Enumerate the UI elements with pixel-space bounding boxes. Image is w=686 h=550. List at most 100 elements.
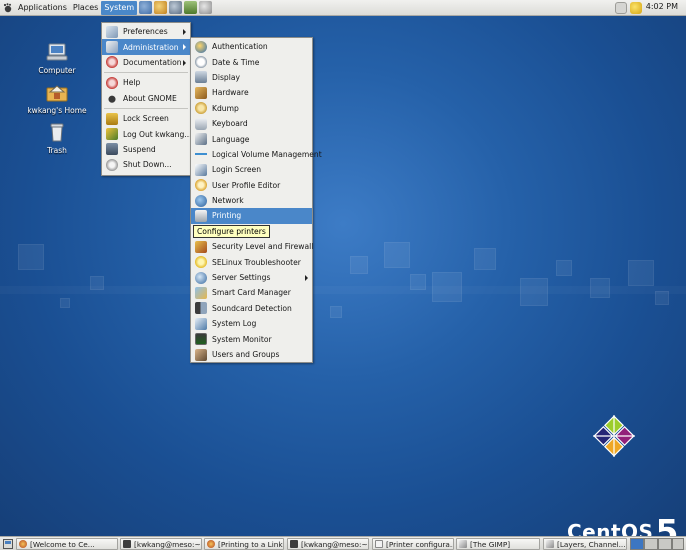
menu-item-users-and-groups[interactable]: Users and Groups [191,347,312,362]
trash-icon [46,122,68,142]
browser-launcher-icon[interactable] [139,1,153,14]
bg-square [330,306,342,318]
menu-item-network[interactable]: Network [191,193,312,208]
system-log-icon [195,317,207,330]
menu-item-hardware[interactable]: Hardware [191,85,312,100]
workspace-2[interactable] [644,538,658,550]
update-notifier-icon[interactable] [630,2,642,14]
workspace-3[interactable] [658,538,672,550]
help-launcher-icon[interactable] [199,1,213,14]
taskbar-button-label: [Printer configura... [386,539,454,549]
power-icon [106,158,118,171]
taskbar-button[interactable]: [Printing to a Link... [204,538,284,550]
menu-item-documentation[interactable]: Documentation [102,55,190,70]
menu-item-date-time[interactable]: Date & Time [191,54,312,69]
menu-item-shut-down[interactable]: Shut Down... [102,157,190,172]
printer-icon [195,209,207,222]
bottom-panel: [Welcome to Ce... [kwkang@meso:~] [Print… [0,536,686,550]
workspace-4[interactable] [672,538,684,550]
menu-item-authentication[interactable]: Authentication [191,39,312,54]
menu-item-system-log[interactable]: System Log [191,316,312,331]
firewall-icon [195,240,207,253]
tooltip: Configure printers [193,225,270,238]
desktop-icon-computer[interactable]: Computer [22,42,92,75]
applications-menu[interactable]: Applications [15,1,70,15]
menu-item-label: Smart Card Manager [212,288,291,298]
menu-item-label: Kdump [212,103,239,113]
menu-item-server-settings[interactable]: Server Settings [191,270,312,285]
menu-item-about-gnome[interactable]: About GNOME [102,91,190,106]
taskbar-button[interactable]: [Welcome to Ce... [16,538,118,550]
system-menu[interactable]: System [101,0,138,15]
menu-separator [104,107,188,109]
taskbar-button-label: [kwkang@meso:~] [134,539,202,549]
menu-item-kdump[interactable]: Kdump [191,101,312,116]
email-launcher-icon[interactable] [154,1,168,14]
keyboard-icon [195,117,207,130]
menu-item-keyboard[interactable]: Keyboard [191,116,312,131]
smart-card-icon [195,286,207,299]
desktop-icon-home[interactable]: kwkang's Home [22,82,92,115]
menu-item-system-monitor[interactable]: System Monitor [191,331,312,346]
network-tray-icon[interactable] [615,2,627,14]
menu-item-label: Lock Screen [123,114,169,124]
notes-launcher-icon[interactable] [184,1,198,14]
suspend-icon [106,143,118,156]
desktop-icon-trash[interactable]: Trash [22,122,92,155]
menu-item-preferences[interactable]: Preferences [102,24,190,39]
language-icon [195,133,207,146]
centos-logo: CentOS5 [567,508,679,536]
menu-item-suspend[interactable]: Suspend [102,142,190,157]
taskbar-button[interactable]: [kwkang@meso:~] [120,538,202,550]
bg-square [350,256,368,274]
menu-item-language[interactable]: Language [191,131,312,146]
clock-icon [195,56,207,69]
menu-item-label: Soundcard Detection [212,303,292,313]
menu-item-label: Hardware [212,88,249,98]
menu-item-soundcard-detection[interactable]: Soundcard Detection [191,301,312,316]
menu-item-label: Preferences [123,27,168,37]
bg-square [628,260,654,286]
menu-item-security-level-firewall[interactable]: Security Level and Firewall [191,239,314,254]
help-icon [106,76,118,89]
menu-item-label: Date & Time [212,57,260,67]
menu-item-smart-card-manager[interactable]: Smart Card Manager [191,285,312,300]
taskbar-button[interactable]: [The GIMP] [456,538,540,550]
menu-item-user-profile-editor[interactable]: User Profile Editor [191,178,312,193]
bg-square [384,242,410,268]
hardware-icon [195,86,207,99]
menu-item-lock-screen[interactable]: Lock Screen [102,111,190,126]
menu-item-label: Administration [123,42,179,52]
menu-item-administration[interactable]: Administration [102,39,190,55]
bg-square [18,244,44,270]
menu-item-selinux-troubleshooter[interactable]: SELinux Troubleshooter [191,254,312,269]
menu-item-help[interactable]: Help [102,75,190,90]
clock[interactable]: 4:02 PM [646,2,678,11]
centos-logo-text: CentOS [567,520,654,536]
menu-item-label: Security Level and Firewall [212,242,314,252]
submenu-arrow-icon [183,29,186,35]
menu-item-log-out[interactable]: Log Out kwkang... [102,126,192,141]
gimp-icon [546,540,554,548]
menu-item-login-screen[interactable]: Login Screen [191,162,312,177]
network-icon [195,194,207,207]
preferences-icon [106,25,118,38]
menu-item-label: Users and Groups [212,350,280,359]
menu-item-lvm[interactable]: Logical Volume Management [191,147,322,162]
taskbar-button-label: [Layers, Channel... [557,539,626,549]
places-menu[interactable]: Places [70,1,101,15]
printer-config-icon [375,540,383,548]
menu-item-label: Documentation [123,57,182,67]
messenger-launcher-icon[interactable] [169,1,183,14]
workspace-1[interactable] [630,538,644,550]
menu-item-label: About GNOME [123,93,177,103]
taskbar-button[interactable]: [Printer configura... [372,538,454,550]
show-desktop-icon[interactable] [3,539,13,549]
kdump-icon [195,102,207,115]
menu-item-label: Printing [212,211,242,221]
taskbar-button[interactable]: [kwkang@meso:~] [287,538,369,550]
menu-item-printing[interactable]: Printing [191,208,312,224]
menu-item-display[interactable]: Display [191,70,312,85]
taskbar-button[interactable]: [Layers, Channel... [543,538,627,550]
display-icon [195,71,207,84]
